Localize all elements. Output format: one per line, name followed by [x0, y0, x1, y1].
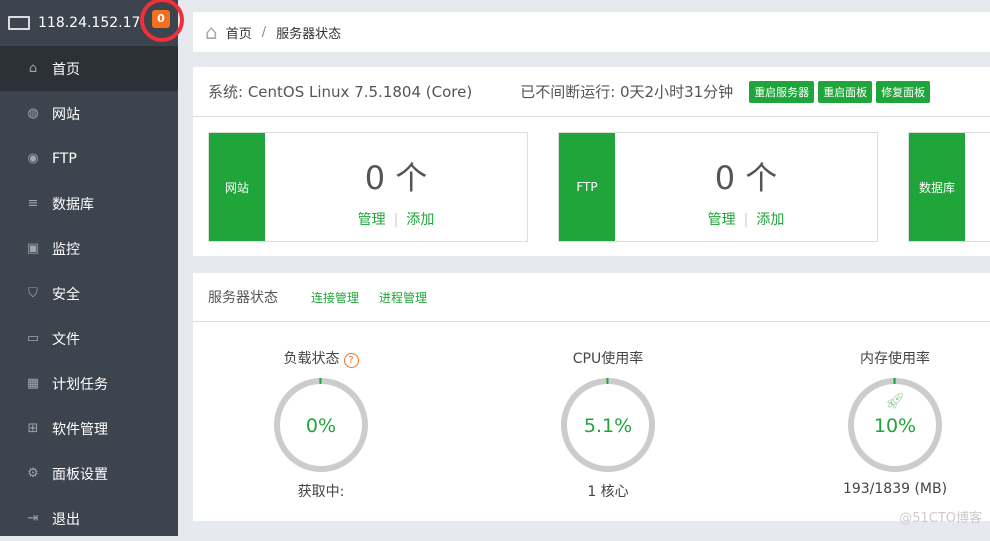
gauge-title: 负载状态	[283, 351, 340, 367]
sidebar-item-label: 安全	[52, 286, 80, 303]
status-title: 服务器状态	[208, 290, 278, 306]
gauge-ring: 0%	[274, 378, 368, 472]
watermark: @51CTO博客	[899, 511, 982, 526]
monitor-icon: ▣	[26, 240, 40, 256]
tile-label: 网站	[209, 133, 265, 241]
tile-database: 数据库	[908, 132, 990, 242]
sidebar-item-label: 网站	[52, 106, 80, 123]
globe-icon: ◍	[27, 105, 39, 121]
sidebar-item[interactable]: ▦ 计划任务	[0, 361, 178, 406]
ftp-icon: ◉	[27, 150, 39, 166]
gauge-value: 0%	[306, 415, 336, 437]
add-link[interactable]: 添加	[756, 212, 784, 228]
home-icon[interactable]: ⌂	[205, 20, 218, 44]
sidebar-item[interactable]: ◉ FTP	[0, 136, 178, 181]
tile-count: 0 个	[364, 159, 428, 197]
sidebar-item[interactable]: ▭ 文件	[0, 316, 178, 361]
connection-manage-link[interactable]: 连接管理	[311, 289, 359, 306]
gauge[interactable]: 内存使用率 🚀︎ 10% 193/1839 (MB)	[820, 348, 970, 497]
sidebar-item-label: 软件管理	[52, 421, 108, 438]
uptime: 已不间断运行: 0天2小时31分钟	[520, 83, 734, 101]
sidebar-item[interactable]: ⌂ 首页	[0, 46, 178, 91]
help-icon[interactable]: ?	[343, 353, 359, 368]
tile-label: 数据库	[909, 133, 965, 241]
gauge-ring: 5.1%	[561, 378, 655, 472]
breadcrumb-home[interactable]: 首页	[226, 23, 252, 42]
breadcrumb: ⌂ 首页 / 服务器状态	[193, 12, 990, 52]
home-icon: ⌂	[28, 60, 38, 76]
shield-icon: ⛉	[28, 285, 38, 301]
monitor-icon	[8, 16, 30, 30]
gauge-title: 内存使用率	[860, 351, 930, 367]
breadcrumb-separator: /	[261, 24, 267, 40]
folder-icon: ▭	[26, 330, 40, 346]
gauge-value: 10%	[874, 415, 916, 437]
sidebar-item[interactable]: ⇥ 退出	[0, 496, 178, 541]
sidebar-item[interactable]: ◍ 网站	[0, 91, 178, 136]
sidebar-item-label: 面板设置	[52, 466, 108, 483]
sidebar-item[interactable]: ⊞ 软件管理	[0, 406, 178, 451]
server-status-panel: 服务器状态 连接管理 进程管理 负载状态? 0% 获取中: CPU使用率 5.1…	[193, 273, 990, 521]
sidebar-item-label: 计划任务	[52, 376, 108, 393]
breadcrumb-current: 服务器状态	[276, 26, 342, 42]
repair-panel-button[interactable]: 修复面板	[876, 80, 931, 103]
server-ip: 118.24.152.17	[38, 15, 141, 31]
sidebar-item-label: 退出	[52, 511, 80, 528]
sidebar-item[interactable]: ⚙ 面板设置	[0, 451, 178, 496]
apps-icon: ⊞	[27, 420, 39, 436]
restart-panel-button[interactable]: 重启面板	[818, 80, 873, 103]
gear-icon: ⚙	[27, 465, 39, 481]
os-info: 系统: CentOS Linux 7.5.1804 (Core)	[208, 83, 473, 101]
tile-label: FTP	[559, 133, 615, 241]
tile-website: 网站 0 个 管理 | 添加	[208, 132, 528, 242]
sidebar-item-label: 首页	[52, 61, 80, 78]
gauge-subtext: 获取中:	[297, 484, 345, 500]
logout-icon: ⇥	[27, 510, 39, 526]
gauge-subtext: 193/1839 (MB)	[842, 481, 948, 497]
sidebar-item-label: 监控	[52, 241, 80, 258]
database-icon: ≡	[27, 195, 39, 211]
system-panel: 系统: CentOS Linux 7.5.1804 (Core) 已不间断运行:…	[193, 67, 990, 256]
gauge-ring: 🚀︎ 10%	[848, 378, 942, 472]
manage-link[interactable]: 管理	[708, 212, 736, 228]
notification-badge[interactable]: 0	[152, 10, 170, 28]
sidebar-nav: ⌂ 首页 ◍ 网站 ◉ FTP ≡ 数据库 ▣ 监控 ⛉ 安全 ▭ 文件 ▦ 计划任务 ⊞ 软件管理 ⚙ 面板设置 ⇥ 退…	[0, 46, 178, 541]
tile-ftp: FTP 0 个 管理 | 添加	[558, 132, 878, 242]
rocket-icon: 🚀︎	[885, 391, 905, 410]
link-separator: |	[393, 212, 399, 228]
link-separator: |	[743, 212, 749, 228]
process-manage-link[interactable]: 进程管理	[379, 289, 427, 306]
restart-server-button[interactable]: 重启服务器	[749, 80, 815, 103]
tile-count: 0 个	[714, 159, 778, 197]
sidebar-item-label: 数据库	[52, 196, 94, 213]
sidebar-item[interactable]: ▣ 监控	[0, 226, 178, 271]
gauge-title: CPU使用率	[572, 351, 644, 367]
manage-link[interactable]: 管理	[358, 212, 386, 228]
gauge[interactable]: CPU使用率 5.1% 1 核心	[533, 348, 683, 501]
sidebar-item-label: 文件	[52, 331, 80, 348]
sidebar-item-label: FTP	[52, 150, 77, 167]
calendar-icon: ▦	[26, 375, 40, 391]
sidebar-item[interactable]: ≡ 数据库	[0, 181, 178, 226]
gauge[interactable]: 负载状态? 0% 获取中:	[246, 348, 396, 501]
gauge-value: 5.1%	[584, 415, 632, 437]
sidebar-item[interactable]: ⛉ 安全	[0, 271, 178, 316]
add-link[interactable]: 添加	[406, 212, 434, 228]
sidebar: 118.24.152.17 0 ⌂ 首页 ◍ 网站 ◉ FTP ≡ 数据库 ▣ 监控 ⛉ 安全 ▭ 文件 ▦…	[0, 0, 184, 536]
gauge-subtext: 1 核心	[587, 484, 629, 500]
